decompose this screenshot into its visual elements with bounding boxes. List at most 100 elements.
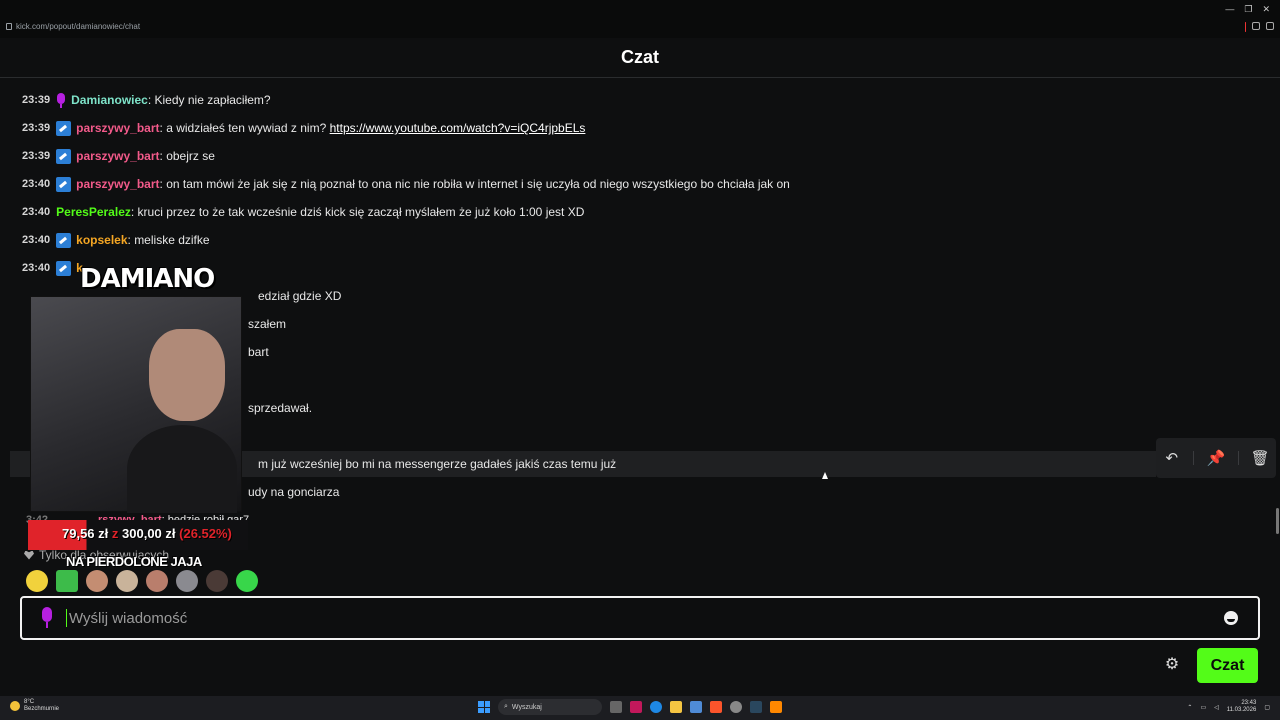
overlay-tagline: NA PIERDOLONE JAJA: [66, 554, 202, 569]
chat-message[interactable]: 23:40 kopselek: meliske dzifke: [22, 227, 210, 253]
weather-temp: 8°C: [24, 699, 35, 705]
message-time: 23:39: [22, 122, 51, 134]
send-chat-button[interactable]: Czat: [1197, 648, 1258, 683]
chat-message[interactable]: 23:39 parszywy_bart: obejrz se: [22, 143, 215, 169]
clock-date: 11.03.2026: [1226, 707, 1257, 713]
browser-bar: kick.com/popout/damianowiec/chat — ❐ ✕: [0, 0, 1280, 38]
brave-icon[interactable]: [710, 701, 722, 713]
message-time: 23:40: [22, 234, 51, 246]
minimize-button[interactable]: —: [1225, 4, 1234, 15]
chat-scrollbar[interactable]: [1276, 508, 1279, 534]
chat-message[interactable]: 23:40 PeresPeralez: kruci przez to że ta…: [22, 199, 584, 225]
chat-message[interactable]: edział gdzie XD: [258, 283, 341, 309]
search-icon: ⌕: [504, 703, 508, 710]
mic-icon: [56, 92, 66, 108]
message-text: edział gdzie XD: [258, 289, 342, 303]
webcam-feed: [30, 296, 242, 513]
close-button[interactable]: ✕: [1262, 4, 1270, 15]
message-text: bart: [248, 345, 269, 359]
volume-icon[interactable]: ◁: [1214, 704, 1219, 711]
username[interactable]: PeresPeralez: [56, 205, 131, 219]
chat-input-box[interactable]: [20, 596, 1260, 640]
pin-icon[interactable]: 📌: [1206, 448, 1226, 468]
browser-toolbar-icons: [1245, 22, 1274, 32]
verified-icon: [56, 148, 72, 164]
verified-icon: [56, 232, 72, 248]
taskbar-apps: ⌕ Wyszukaj: [478, 699, 782, 715]
clock-time: 23:43: [1241, 700, 1257, 706]
username[interactable]: parszywy_bart: [76, 149, 159, 163]
weather-text: 8°C Bezchmurnie: [24, 699, 59, 713]
notification-icon[interactable]: ▢: [1264, 704, 1270, 711]
emoji-icon[interactable]: [1224, 611, 1238, 625]
colon: :: [127, 233, 135, 247]
message-text: on tam mówi że jak się z nią poznał to o…: [166, 177, 790, 191]
stream-overlay: DAMIANO 79,56 zł z 300,00 zł (26.52%) NA…: [22, 264, 250, 574]
colon: :: [159, 121, 167, 135]
chat-message[interactable]: 23:40 parszywy_bart: on tam mówi że jak …: [22, 171, 790, 197]
message-text: kruci przez to że tak wcześnie dziś kick…: [137, 205, 585, 219]
gear-icon[interactable]: ⚙: [1164, 657, 1180, 673]
streamer-face: [149, 329, 225, 421]
verified-icon: [56, 176, 72, 192]
username[interactable]: parszywy_bart: [76, 121, 159, 135]
chat-message[interactable]: bart: [248, 339, 269, 365]
goal-separator: z: [111, 526, 119, 541]
maximize-button[interactable]: ❐: [1244, 4, 1252, 15]
message-text: m już wcześniej bo mi na messengerze gad…: [258, 457, 617, 471]
chat-message[interactable]: 23:39 parszywy_bart: a widziałeś ten wyw…: [22, 115, 585, 141]
goal-text: 79,56 zł z 300,00 zł (26.52%): [62, 526, 232, 541]
message-text: udy na gonciarza: [248, 485, 340, 499]
task-view-icon[interactable]: [610, 701, 622, 713]
colon: :: [147, 93, 155, 107]
folder-icon[interactable]: [670, 701, 682, 713]
search-label: Wyszukaj: [511, 703, 542, 711]
chat-message[interactable]: szałem: [248, 311, 286, 337]
delete-icon[interactable]: 🗑: [1250, 448, 1270, 468]
message-time: 23:39: [22, 150, 51, 162]
lock-icon: [6, 23, 12, 30]
divider: [1237, 451, 1239, 465]
chevron-up-icon[interactable]: ⌃: [1187, 704, 1192, 711]
message-actions: ↶ 📌 🗑: [1156, 438, 1276, 478]
download-icon[interactable]: [1266, 22, 1274, 30]
divider: [1193, 451, 1195, 465]
message-link[interactable]: https://www.youtube.com/watch?v=iQC4rjpb…: [330, 121, 586, 135]
verified-icon: [56, 120, 72, 136]
extension-icon[interactable]: [1252, 22, 1260, 30]
system-tray: ⌃ ▭ ◁ 23:43 11.03.2026 ▢: [1187, 700, 1270, 714]
streamer-hoodie: [127, 425, 237, 513]
chat-message[interactable]: 23:39 Damianowiec: Kiedy nie zapłaciłem?: [22, 87, 271, 113]
message-time: 23:40: [22, 178, 51, 190]
goal-current: 79,56 zł: [62, 526, 109, 541]
obs-icon[interactable]: [730, 701, 742, 713]
notes-icon[interactable]: [690, 701, 702, 713]
app-icon[interactable]: [630, 701, 642, 713]
reply-icon[interactable]: ↶: [1162, 448, 1182, 468]
clock[interactable]: 23:43 11.03.2026: [1227, 700, 1257, 714]
vlc-icon[interactable]: [770, 701, 782, 713]
windows-start-icon[interactable]: [478, 701, 490, 713]
colon: :: [159, 149, 167, 163]
address-bar[interactable]: kick.com/popout/damianowiec/chat: [6, 22, 140, 31]
network-icon[interactable]: ▭: [1200, 704, 1206, 711]
mouse-cursor: [822, 472, 828, 479]
weather-widget[interactable]: 8°C Bezchmurnie: [10, 699, 59, 713]
streamer-name: DAMIANO: [80, 264, 215, 294]
colon: :: [159, 177, 167, 191]
username[interactable]: Damianowiec: [71, 93, 148, 107]
mic-icon: [40, 607, 54, 629]
taskbar-search[interactable]: ⌕ Wyszukaj: [498, 699, 602, 715]
chat-input[interactable]: [66, 609, 1224, 627]
windows-taskbar: 8°C Bezchmurnie ⌕ Wyszukaj ⌃ ▭ ◁ 23:43 1…: [0, 696, 1280, 720]
page-title: Czat: [620, 47, 659, 67]
username[interactable]: parszywy_bart: [76, 177, 159, 191]
goal-percent: (26.52%): [179, 526, 232, 541]
edge-icon[interactable]: [650, 701, 662, 713]
chat-message[interactable]: udy na gonciarza: [248, 479, 339, 505]
moon-icon: [10, 701, 20, 711]
message-time: 23:40: [22, 206, 51, 218]
steam-icon[interactable]: [750, 701, 762, 713]
username[interactable]: kopselek: [76, 233, 127, 247]
chat-message[interactable]: sprzedawał.: [248, 395, 312, 421]
